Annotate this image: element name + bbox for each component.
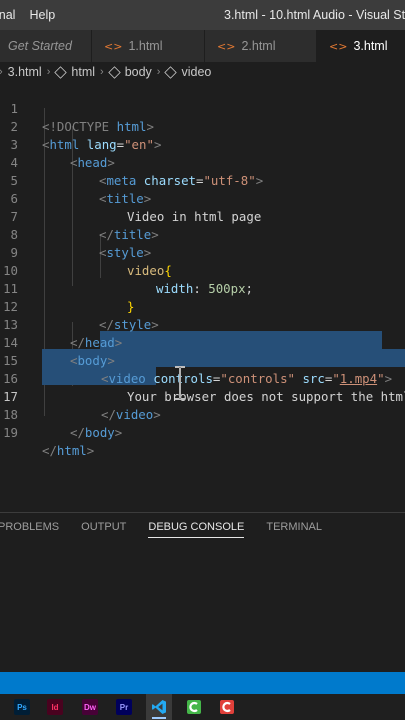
code-line: 4 <meta charset="utf-8">	[0, 136, 405, 188]
tag-token: body	[84, 425, 115, 440]
breadcrumb-item-file[interactable]: 3.html	[8, 65, 42, 79]
menu-item-terminal[interactable]: inal	[0, 8, 15, 22]
code-line: 13 </head>	[0, 298, 405, 350]
editor-tabs: Get Started <> 1.html <> 2.html <> 3.htm…	[0, 30, 405, 62]
code-line-current: 17 </video>	[0, 370, 405, 422]
tab-get-started[interactable]: Get Started	[0, 30, 92, 62]
chevron-right-icon: ›	[156, 66, 161, 78]
tab-3-html[interactable]: <> 3.html	[317, 30, 405, 62]
code-line: 15 <video controls="controls" src="1.mp4…	[0, 334, 405, 386]
vscode-icon[interactable]	[151, 699, 167, 715]
tab-label: 1.html	[128, 39, 163, 53]
taskbar: Ps Id Dw Pr	[0, 694, 405, 720]
code-line: 10 width: 500px;	[0, 244, 405, 296]
breadcrumb-item-html[interactable]: html	[54, 65, 96, 79]
breadcrumb-label: html	[71, 65, 96, 79]
tag-token: html	[56, 443, 87, 458]
camtasia-red-icon[interactable]	[219, 699, 235, 715]
tab-label: 2.html	[241, 39, 276, 53]
breadcrumb-label: body	[124, 65, 152, 79]
tab-label: 3.html	[353, 39, 388, 53]
chevron-right-icon: ›	[0, 66, 3, 78]
premiere-icon[interactable]: Pr	[116, 699, 132, 715]
code-line: 12 </style>	[0, 280, 405, 332]
code-editor[interactable]: 1 <!DOCTYPE html> 2 <html lang="en"> 3 <…	[0, 82, 405, 512]
punc-token: >	[114, 425, 123, 440]
code-line: 8 <style>	[0, 208, 405, 260]
tab-terminal[interactable]: TERMINAL	[266, 521, 322, 538]
dreamweaver-icon[interactable]: Dw	[82, 699, 98, 715]
element-icon	[107, 65, 121, 79]
code-line: 3 <head>	[0, 118, 405, 170]
html-file-icon: <>	[217, 39, 236, 53]
chevron-right-icon: ›	[100, 66, 104, 78]
menu-item-help[interactable]: Help	[29, 8, 55, 22]
breadcrumb-item-body[interactable]: body	[107, 65, 152, 79]
panel-tabs: PROBLEMS OUTPUT DEBUG CONSOLE TERMINAL	[0, 521, 322, 538]
photoshop-icon[interactable]: Ps	[14, 699, 30, 715]
element-icon	[54, 65, 68, 79]
tab-problems[interactable]: PROBLEMS	[0, 521, 59, 538]
code-line: 14 <body>	[0, 316, 405, 368]
breadcrumb-label: video	[181, 65, 212, 79]
code-line: 5 <title>	[0, 154, 405, 206]
indesign-icon[interactable]: Id	[47, 699, 63, 715]
tab-label: Get Started	[8, 39, 72, 53]
code-line: 19 </html>	[0, 406, 405, 458]
code-line: 18 </body>	[0, 388, 405, 440]
menu-bar: inal Help	[0, 8, 55, 22]
code-line: 9 video{	[0, 226, 405, 278]
breadcrumb-label: 3.html	[7, 65, 42, 79]
code-line: 6 Video in html page	[0, 172, 405, 224]
tab-debug-console[interactable]: DEBUG CONSOLE	[148, 521, 245, 538]
code-line: 1 <!DOCTYPE html>	[0, 82, 405, 134]
html-file-icon: <>	[104, 39, 123, 53]
punc-token: >	[86, 443, 95, 458]
code-line: 2 <html lang="en">	[0, 100, 405, 152]
html-file-icon: <>	[329, 39, 348, 53]
code-line: 16 Your browser does not support the htm…	[0, 352, 405, 404]
tab-output[interactable]: OUTPUT	[81, 521, 126, 538]
element-icon	[164, 65, 178, 79]
tab-1-html[interactable]: <> 1.html	[92, 30, 205, 62]
breadcrumb: › 3.html › html › body › video	[0, 62, 405, 82]
title-bar: inal Help 3.html - 10.html Audio - Visua…	[0, 0, 405, 30]
window-title: 3.html - 10.html Audio - Visual Studi	[224, 8, 405, 22]
punc-token: </	[70, 425, 85, 440]
bottom-panel: PROBLEMS OUTPUT DEBUG CONSOLE TERMINAL	[0, 512, 405, 672]
code-line: 7 </title>	[0, 190, 405, 242]
text-cursor-icon	[175, 366, 185, 400]
camtasia-green-icon[interactable]	[186, 699, 202, 715]
breadcrumb-item-video[interactable]: video	[164, 65, 212, 79]
code-line: 11 }	[0, 262, 405, 314]
status-bar	[0, 672, 405, 694]
line-number: 19	[3, 425, 18, 440]
active-app-indicator	[152, 717, 166, 719]
tab-2-html[interactable]: <> 2.html	[205, 30, 317, 62]
punc-token: </	[42, 443, 57, 458]
chevron-right-icon: ›	[46, 66, 51, 78]
